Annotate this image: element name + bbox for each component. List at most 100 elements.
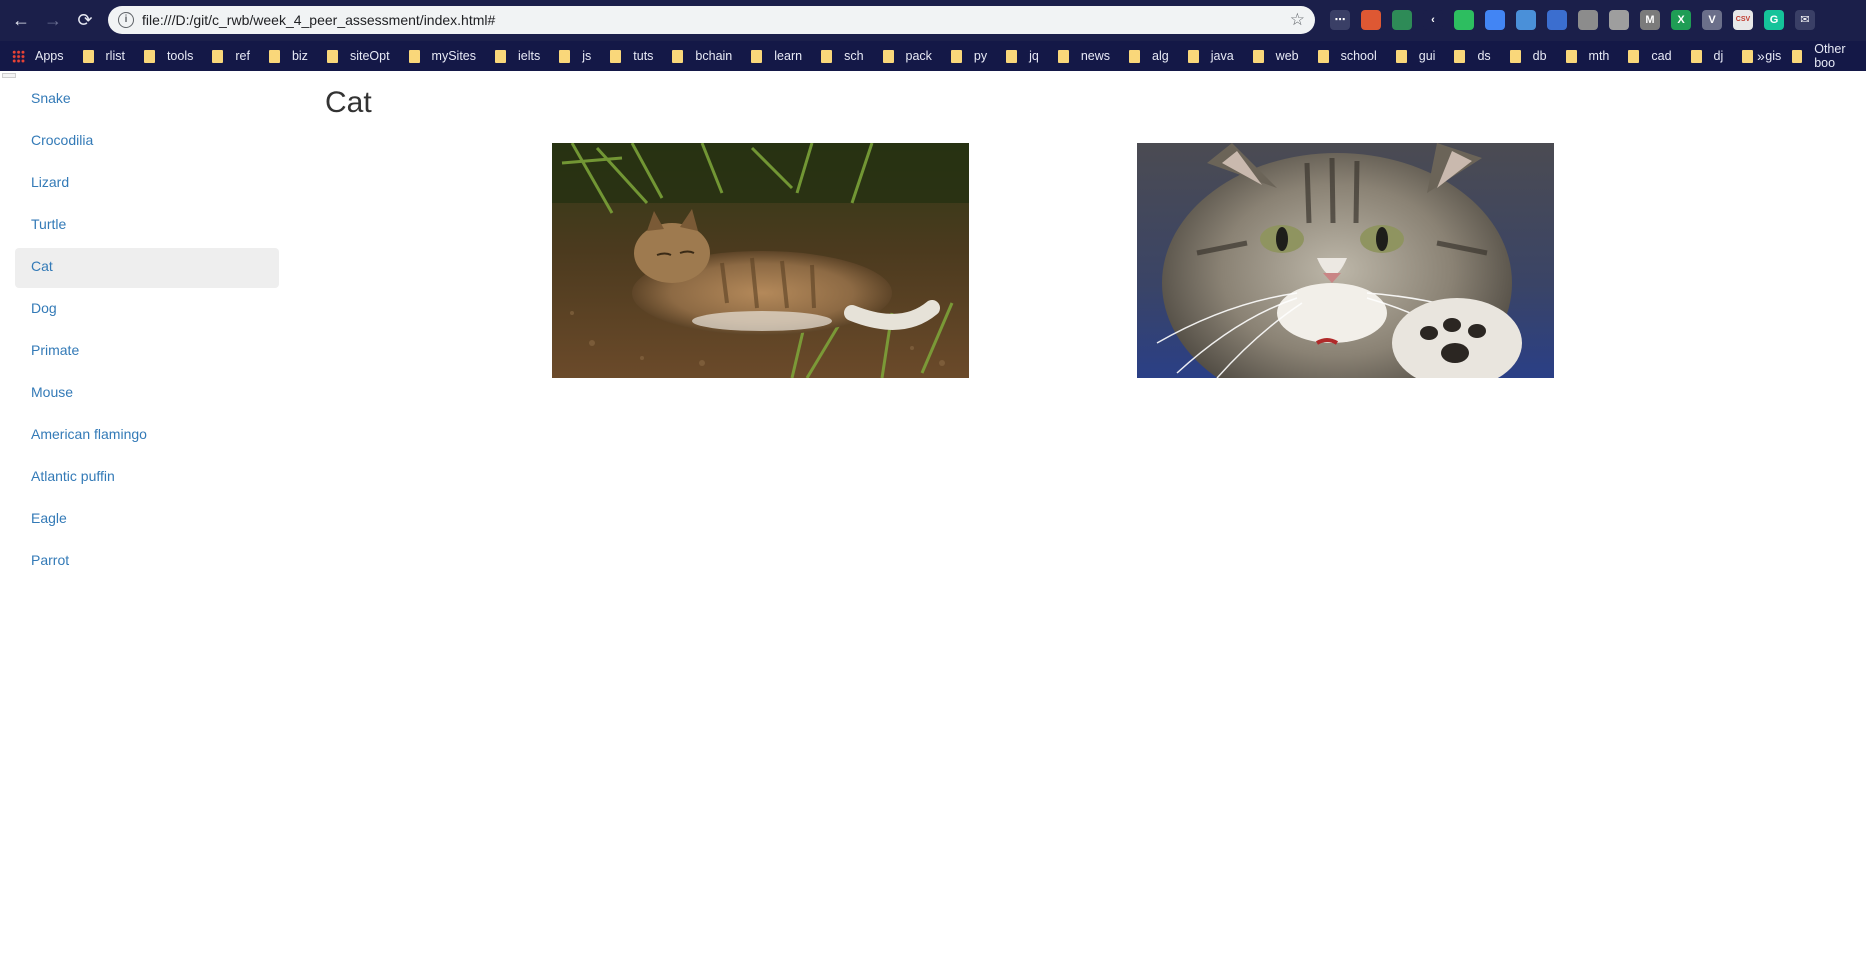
- site-info-icon[interactable]: i: [118, 12, 134, 28]
- ext-excel-icon[interactable]: X: [1671, 10, 1691, 30]
- folder-icon: [1565, 49, 1577, 63]
- bookmark-gui[interactable]: gui: [1395, 49, 1436, 63]
- sidebar-item-snake[interactable]: Snake: [15, 80, 279, 120]
- cat-paw-image: [1137, 143, 1554, 378]
- bookmark-tools[interactable]: tools: [143, 49, 193, 63]
- ext-circle-icon[interactable]: [1609, 10, 1629, 30]
- sidebar-item-crocodilia[interactable]: Crocodilia: [15, 122, 279, 162]
- bookmark-js[interactable]: js: [559, 49, 591, 63]
- bookmark-jq[interactable]: jq: [1006, 49, 1039, 63]
- ext-mail-icon[interactable]: ✉: [1795, 10, 1815, 30]
- folder-icon: [1395, 49, 1407, 63]
- bookmark-label: java: [1210, 49, 1234, 63]
- folder-icon: [1252, 49, 1264, 63]
- cat-lying-image: [552, 143, 969, 378]
- bookmark-star-icon[interactable]: ☆: [1290, 6, 1305, 34]
- sidebar-item-atlantic-puffin[interactable]: Atlantic puffin: [15, 458, 279, 498]
- bookmark-label: mySites: [431, 49, 476, 63]
- ext-screen-icon[interactable]: [1547, 10, 1567, 30]
- sidebar-item-eagle[interactable]: Eagle: [15, 500, 279, 540]
- bookmark-db[interactable]: db: [1509, 49, 1547, 63]
- folder-icon: [950, 49, 962, 63]
- sidebar-item-american-flamingo[interactable]: American flamingo: [15, 416, 279, 456]
- folder-icon: [268, 49, 280, 63]
- bookmark-label: bchain: [695, 49, 733, 63]
- folder-icon: [1509, 49, 1521, 63]
- bookmark-sch[interactable]: sch: [821, 49, 864, 63]
- collapse-toggle[interactable]: [2, 73, 16, 78]
- sidebar-item-dog[interactable]: Dog: [15, 290, 279, 330]
- bookmark-school[interactable]: school: [1317, 49, 1377, 63]
- ext-csv-icon[interactable]: CSV: [1733, 10, 1753, 30]
- bookmark-label: gis: [1765, 49, 1782, 63]
- folder-icon: [495, 49, 506, 63]
- ext-grammarly-icon[interactable]: G: [1764, 10, 1784, 30]
- folder-icon: [1129, 49, 1141, 63]
- bookmark-pack[interactable]: pack: [882, 49, 932, 63]
- bookmark-label: gui: [1418, 49, 1436, 63]
- bookmark-rlist[interactable]: rlist: [82, 49, 125, 63]
- sidebar-nav: Snake Crocodilia Lizard Turtle Cat Dog Primate…: [15, 80, 279, 584]
- bookmark-label: biz: [291, 49, 308, 63]
- reload-button[interactable]: ⟳: [74, 9, 96, 31]
- ext-evernote-icon[interactable]: [1454, 10, 1474, 30]
- bookmark-java[interactable]: java: [1187, 49, 1234, 63]
- address-bar[interactable]: i file:///D:/git/c_rwb/week_4_peer_asses…: [108, 6, 1315, 34]
- address-url[interactable]: file:///D:/git/c_rwb/week_4_peer_assessm…: [142, 6, 495, 34]
- folder-icon: [82, 49, 94, 63]
- ext-dots-icon[interactable]: ⋯: [1330, 10, 1350, 30]
- bookmark-siteopt[interactable]: siteOpt: [326, 49, 390, 63]
- ext-vue-icon[interactable]: V: [1702, 10, 1722, 30]
- sidebar-item-primate[interactable]: Primate: [15, 332, 279, 372]
- bookmark-label: rlist: [105, 49, 125, 63]
- sidebar-item-turtle[interactable]: Turtle: [15, 206, 279, 246]
- bookmark-cad[interactable]: cad: [1628, 49, 1672, 63]
- bookmark-py[interactable]: py: [950, 49, 988, 63]
- folder-icon: [1317, 49, 1329, 63]
- bookmark-label: tuts: [633, 49, 654, 63]
- bookmark-alg[interactable]: alg: [1129, 49, 1169, 63]
- ext-back-icon[interactable]: ‹: [1423, 10, 1443, 30]
- sidebar-item-cat[interactable]: Cat: [15, 248, 279, 288]
- ext-print-icon[interactable]: [1392, 10, 1412, 30]
- sidebar-item-lizard[interactable]: Lizard: [15, 164, 279, 204]
- bookmark-mth[interactable]: mth: [1565, 49, 1610, 63]
- bookmark-biz[interactable]: biz: [268, 49, 308, 63]
- bookmark-bchain[interactable]: bchain: [672, 49, 732, 63]
- bookmark-label: jq: [1029, 49, 1039, 63]
- forward-button[interactable]: →: [42, 9, 64, 31]
- bookmark-label: db: [1532, 49, 1547, 63]
- bookmark-mysites[interactable]: mySites: [408, 49, 476, 63]
- bookmark-label: mth: [1588, 49, 1610, 63]
- bookmark-learn[interactable]: learn: [751, 49, 802, 63]
- bookmarks-overflow-button[interactable]: »: [1757, 41, 1765, 71]
- ext-calendar-icon[interactable]: [1485, 10, 1505, 30]
- ext-docs-icon[interactable]: [1516, 10, 1536, 30]
- folder-icon: [1454, 49, 1466, 63]
- folder-icon: [1792, 49, 1803, 63]
- bookmark-label: pack: [905, 49, 932, 63]
- folder-icon: [821, 49, 833, 63]
- folder-icon: [212, 49, 224, 63]
- bookmark-tuts[interactable]: tuts: [610, 49, 653, 63]
- sidebar-item-mouse[interactable]: Mouse: [15, 374, 279, 414]
- bookmark-news[interactable]: news: [1057, 49, 1110, 63]
- folder-icon: [882, 49, 894, 63]
- bookmark-apps[interactable]: Apps: [12, 49, 64, 63]
- ext-duckduckgo-icon[interactable]: [1361, 10, 1381, 30]
- sidebar-item-parrot[interactable]: Parrot: [15, 542, 279, 582]
- bookmark-other-label: Other boo: [1814, 42, 1846, 70]
- bookmark-ielts[interactable]: ielts: [495, 49, 540, 63]
- folder-icon: [326, 49, 338, 63]
- bookmark-label: py: [973, 49, 988, 63]
- back-button[interactable]: ←: [10, 9, 32, 31]
- bookmark-ref[interactable]: ref: [212, 49, 250, 63]
- bookmark-dj[interactable]: dj: [1690, 49, 1723, 63]
- bookmark-other[interactable]: Other boo: [1792, 41, 1866, 71]
- bookmark-ds[interactable]: ds: [1454, 49, 1491, 63]
- bookmark-label: cad: [1651, 49, 1672, 63]
- browser-toolbar: ← → ⟳ i file:///D:/git/c_rwb/week_4_peer…: [0, 0, 1866, 41]
- bookmark-web[interactable]: web: [1252, 49, 1299, 63]
- ext-location-icon[interactable]: [1578, 10, 1598, 30]
- ext-m-icon[interactable]: M: [1640, 10, 1660, 30]
